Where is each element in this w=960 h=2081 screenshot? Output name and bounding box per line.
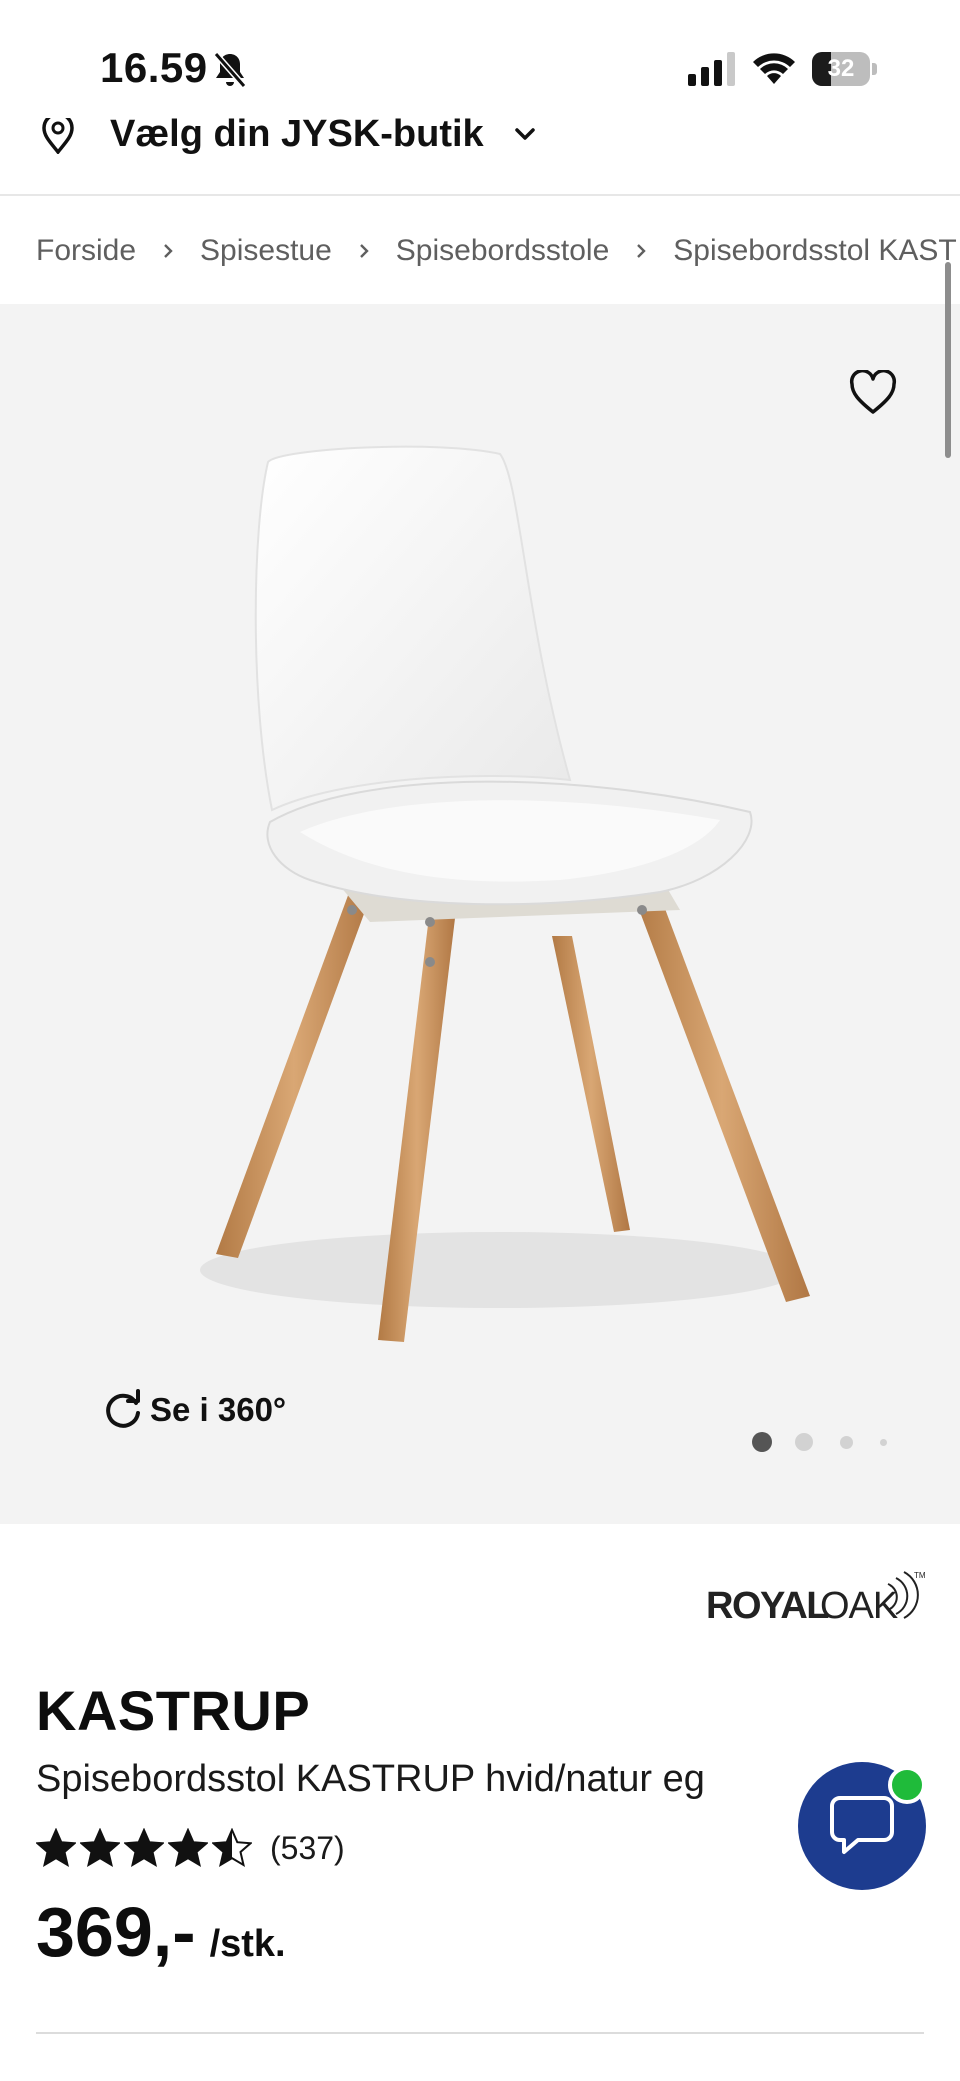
svg-text:OAK: OAK: [820, 1585, 898, 1627]
pagination-dot-4[interactable]: [880, 1439, 887, 1446]
bell-off-icon: [213, 52, 247, 88]
svg-text:ROYAL: ROYAL: [706, 1585, 829, 1627]
brand-logo: ROYAL OAK TM: [706, 1571, 926, 1627]
section-divider: [36, 2032, 924, 2034]
status-bar: 16.59 32: [0, 0, 960, 130]
product-description: Spisebordsstol KASTRUP hvid/natur eg: [36, 1758, 705, 1800]
chat-online-indicator: [888, 1766, 926, 1804]
star-icon: [168, 1828, 208, 1868]
wifi-icon: [753, 53, 795, 84]
store-selector-label: Vælg din JYSK-butik: [110, 118, 484, 155]
product-rating[interactable]: (537): [36, 1822, 345, 1874]
store-selector[interactable]: Vælg din JYSK-butik: [0, 118, 960, 194]
chevron-right-icon: [164, 244, 173, 258]
header-divider: [0, 194, 960, 196]
price-value: 369,-: [36, 1893, 196, 1971]
breadcrumb-item-spisestue[interactable]: Spisestue: [200, 234, 332, 268]
chevron-right-icon: [359, 244, 369, 258]
chat-icon: [830, 1796, 894, 1854]
breadcrumb-item-forside[interactable]: Forside: [36, 234, 136, 268]
breadcrumb-item-current: Spisebordsstol KAST: [673, 234, 957, 267]
location-pin-icon: [42, 118, 74, 154]
pagination-dot-2[interactable]: [795, 1433, 813, 1451]
price-unit: /stk.: [209, 1923, 286, 1965]
chevron-down-icon: [514, 128, 535, 140]
heart-icon[interactable]: [848, 370, 898, 416]
breadcrumb: Forside Spisestue Spisebordsstole Spiseb…: [36, 226, 960, 276]
breadcrumb-item-spisebordsstole[interactable]: Spisebordsstole: [396, 234, 609, 268]
star-icon: [212, 1828, 252, 1868]
battery-level: 32: [827, 55, 855, 82]
rating-count: (537): [270, 1829, 345, 1866]
pagination-dot-1[interactable]: [752, 1432, 772, 1452]
rotate-360-icon: [106, 1389, 140, 1428]
pagination-dot-3[interactable]: [840, 1436, 853, 1449]
status-time: 16.59: [100, 44, 208, 91]
scrollbar[interactable]: [945, 262, 951, 458]
cellular-signal-icon: [688, 52, 735, 86]
view-360-label: Se i 360°: [150, 1391, 287, 1428]
battery-icon: 32: [812, 52, 878, 86]
star-icon: [80, 1828, 120, 1868]
svg-text:TM: TM: [914, 1571, 926, 1580]
star-icon: [124, 1828, 164, 1868]
product-name: KASTRUP: [36, 1679, 311, 1742]
star-icon: [36, 1828, 76, 1868]
product-image-chair: [200, 445, 810, 1342]
view-360-button[interactable]: Se i 360°: [102, 1386, 286, 1434]
product-price: 369,- /stk.: [36, 1892, 286, 1972]
chevron-right-icon: [637, 244, 646, 258]
rating-stars: [36, 1828, 256, 1868]
